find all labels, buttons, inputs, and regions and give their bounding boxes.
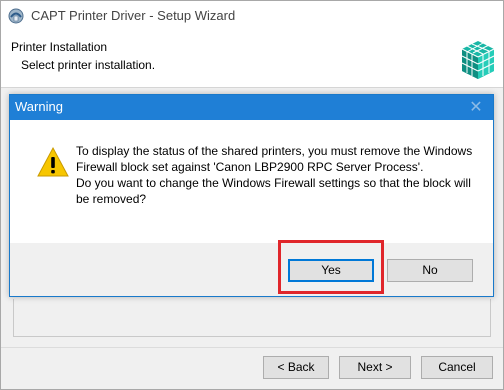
wizard-header: Printer Installation Select printer inst… xyxy=(1,31,503,87)
yes-button-highlight xyxy=(278,240,384,294)
installation-options-box xyxy=(13,299,491,337)
header-title: Printer Installation xyxy=(11,40,108,54)
message-question: Do you want to change the Windows Firewa… xyxy=(76,176,471,206)
app-installer-icon xyxy=(8,8,24,24)
no-button[interactable]: No xyxy=(387,259,473,282)
warning-dialog: Warning ✕ To display the status of the s… xyxy=(9,94,494,297)
next-button[interactable]: Next > xyxy=(339,356,411,379)
dialog-message: To display the status of the shared prin… xyxy=(76,143,476,207)
wizard-header-art xyxy=(461,41,495,79)
dialog-titlebar: Warning ✕ xyxy=(10,95,493,120)
dialog-button-bar: Yes No xyxy=(10,243,493,296)
header-subtitle: Select printer installation. xyxy=(21,58,156,72)
wizard-title: CAPT Printer Driver - Setup Wizard xyxy=(31,8,236,23)
dialog-title: Warning xyxy=(15,99,63,114)
message-firewall-block: To display the status of the shared prin… xyxy=(76,144,473,174)
close-icon[interactable]: ✕ xyxy=(466,98,486,117)
back-button[interactable]: < Back xyxy=(263,356,329,379)
wizard-titlebar: CAPT Printer Driver - Setup Wizard xyxy=(1,1,503,31)
header-divider xyxy=(1,87,503,88)
footer-divider xyxy=(1,347,503,348)
cancel-button[interactable]: Cancel xyxy=(421,356,493,379)
warning-icon xyxy=(37,146,69,177)
